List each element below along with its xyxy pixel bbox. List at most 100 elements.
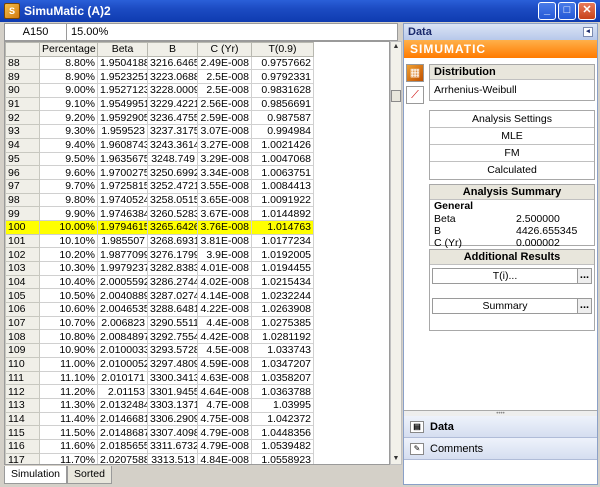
scroll-thumb[interactable] — [391, 90, 401, 102]
row-number[interactable]: 88 — [5, 55, 40, 71]
column-header[interactable]: T(0.9) — [251, 42, 314, 57]
grid-cell[interactable]: 3307.4098 — [147, 425, 198, 440]
tab-sorted[interactable]: Sorted — [67, 466, 112, 484]
grid-cell[interactable]: 3237.3175 — [147, 124, 198, 139]
grid-cell[interactable]: 9.70% — [39, 178, 98, 194]
minimize-button[interactable]: _ — [538, 2, 556, 20]
grid-cell[interactable]: 3.29E-008 — [197, 151, 252, 167]
distribution-value[interactable]: Arrhenius-Weibull — [430, 80, 594, 100]
grid-cell[interactable]: 3265.6426 — [147, 219, 198, 235]
grid-cell[interactable]: 9.20% — [39, 110, 98, 126]
grid-cell[interactable]: 10.00% — [39, 219, 98, 235]
grid-cell[interactable]: 1.0084413 — [251, 178, 314, 194]
grid-cell[interactable]: 3.27E-008 — [197, 137, 252, 153]
grid-cell[interactable]: 3292.7554 — [147, 329, 198, 345]
grid-cell[interactable]: 11.20% — [39, 384, 98, 399]
grid-cell[interactable]: 1.9527123 — [97, 83, 148, 98]
grid-cell[interactable]: 2.56E-008 — [197, 96, 252, 112]
grid-cell[interactable]: 1.985507 — [97, 233, 148, 249]
grid-cell[interactable]: 1.0539482 — [251, 438, 314, 454]
grid-cell[interactable]: 2.01153 — [97, 384, 148, 399]
row-number[interactable]: 109 — [5, 343, 40, 358]
grid-cell[interactable]: 3.9E-008 — [197, 247, 252, 262]
grid-cell[interactable]: 2.5E-008 — [197, 69, 252, 85]
mle-button[interactable]: MLE — [430, 128, 594, 145]
grid-cell[interactable]: 0.994984 — [251, 124, 314, 139]
grid-cell[interactable]: 3.07E-008 — [197, 124, 252, 139]
grid-cell[interactable]: 3260.5283 — [147, 206, 198, 221]
plot-icon[interactable]: ⟋ — [406, 86, 424, 104]
grid-cell[interactable]: 2.0185655 — [97, 438, 148, 454]
grid-cell[interactable]: 11.40% — [39, 411, 98, 427]
grid-cell[interactable]: 4.63E-008 — [197, 370, 252, 386]
grid-cell[interactable]: 4.22E-008 — [197, 302, 252, 317]
nav-comments[interactable]: ✎ Comments — [404, 438, 597, 460]
panel-collapse-icon[interactable]: ◂ — [583, 27, 593, 37]
grid-cell[interactable]: 3.55E-008 — [197, 178, 252, 194]
grid-cell[interactable]: 3258.0515 — [147, 192, 198, 208]
cell-value-input[interactable]: 15.00% — [67, 24, 397, 40]
row-number[interactable]: 103 — [5, 261, 40, 276]
grid-cell[interactable]: 1.0363788 — [251, 384, 314, 399]
vertical-scrollbar[interactable]: ▲ ▼ — [390, 41, 402, 465]
column-header[interactable]: Beta — [97, 42, 148, 57]
grid-cell[interactable]: 4.64E-008 — [197, 384, 252, 399]
row-number[interactable]: 112 — [5, 384, 40, 399]
grid-cell[interactable]: 1.033743 — [251, 343, 314, 358]
row-number[interactable]: 98 — [5, 192, 40, 208]
grid-cell[interactable]: 9.30% — [39, 124, 98, 139]
grid-cell[interactable]: 1.0063751 — [251, 165, 314, 180]
row-number[interactable]: 106 — [5, 302, 40, 317]
grid-cell[interactable]: 10.80% — [39, 329, 98, 345]
scroll-up-icon[interactable]: ▲ — [391, 42, 401, 52]
grid-cell[interactable]: 10.10% — [39, 233, 98, 249]
grid-cell[interactable]: 11.70% — [39, 452, 98, 464]
tab-simulation[interactable]: Simulation — [4, 466, 68, 484]
grid-cell[interactable]: 2.49E-008 — [197, 55, 252, 71]
grid-cell[interactable]: 4.75E-008 — [197, 411, 252, 427]
grid-cell[interactable]: 8.90% — [39, 69, 98, 85]
column-header[interactable]: B — [147, 42, 198, 57]
grid-cell[interactable]: 2.0084897 — [97, 329, 148, 345]
grid-cell[interactable]: 3290.5511 — [147, 315, 198, 331]
grid-cell[interactable]: 1.014763 — [251, 219, 314, 235]
grid-cell[interactable]: 1.9740524 — [97, 192, 148, 208]
row-number[interactable]: 92 — [5, 110, 40, 126]
close-button[interactable]: ✕ — [578, 2, 596, 20]
grid-cell[interactable]: 3250.6992 — [147, 165, 198, 180]
grid-cell[interactable]: 1.9725815 — [97, 178, 148, 194]
grid-cell[interactable]: 3243.3614 — [147, 137, 198, 153]
grid-cell[interactable]: 1.9549951 — [97, 96, 148, 112]
distribution-icon[interactable]: ▦ — [406, 64, 424, 82]
grid-cell[interactable]: 2.0132484 — [97, 397, 148, 413]
summary-selector[interactable]: Summary ... — [432, 298, 592, 314]
grid-cell[interactable]: 3.76E-008 — [197, 219, 252, 235]
grid-cell[interactable]: 3300.3413 — [147, 370, 198, 386]
grid-cell[interactable]: 1.0558923 — [251, 452, 314, 464]
grid-cell[interactable]: 3293.5728 — [147, 343, 198, 358]
row-number[interactable]: 102 — [5, 247, 40, 262]
grid-cell[interactable]: 9.80% — [39, 192, 98, 208]
grid-cell[interactable]: 0.9792331 — [251, 69, 314, 85]
grid-cell[interactable]: 9.10% — [39, 96, 98, 112]
grid-cell[interactable]: 1.0263908 — [251, 302, 314, 317]
grid-cell[interactable]: 1.9794615 — [97, 219, 148, 235]
grid-cell[interactable]: 3.34E-008 — [197, 165, 252, 180]
grid-cell[interactable]: 10.40% — [39, 274, 98, 290]
row-number[interactable]: 97 — [5, 178, 40, 194]
grid-cell[interactable]: 0.9856691 — [251, 96, 314, 112]
column-header[interactable]: Percentage — [39, 42, 98, 57]
grid-cell[interactable]: 10.90% — [39, 343, 98, 358]
grid-cell[interactable]: 1.0177234 — [251, 233, 314, 249]
grid-cell[interactable]: 10.50% — [39, 288, 98, 304]
column-header[interactable]: C (Yr) — [197, 42, 252, 57]
row-number[interactable]: 113 — [5, 397, 40, 413]
grid-cell[interactable]: 10.30% — [39, 261, 98, 276]
grid-cell[interactable]: 2.0040889 — [97, 288, 148, 304]
grid-cell[interactable]: 2.0046535 — [97, 302, 148, 317]
grid-cell[interactable]: 3252.4721 — [147, 178, 198, 194]
grid-cell[interactable]: 1.0281192 — [251, 329, 314, 345]
grid-cell[interactable]: 11.00% — [39, 356, 98, 372]
t-i-more-button[interactable]: ... — [577, 269, 591, 283]
grid-cell[interactable]: 3.67E-008 — [197, 206, 252, 221]
